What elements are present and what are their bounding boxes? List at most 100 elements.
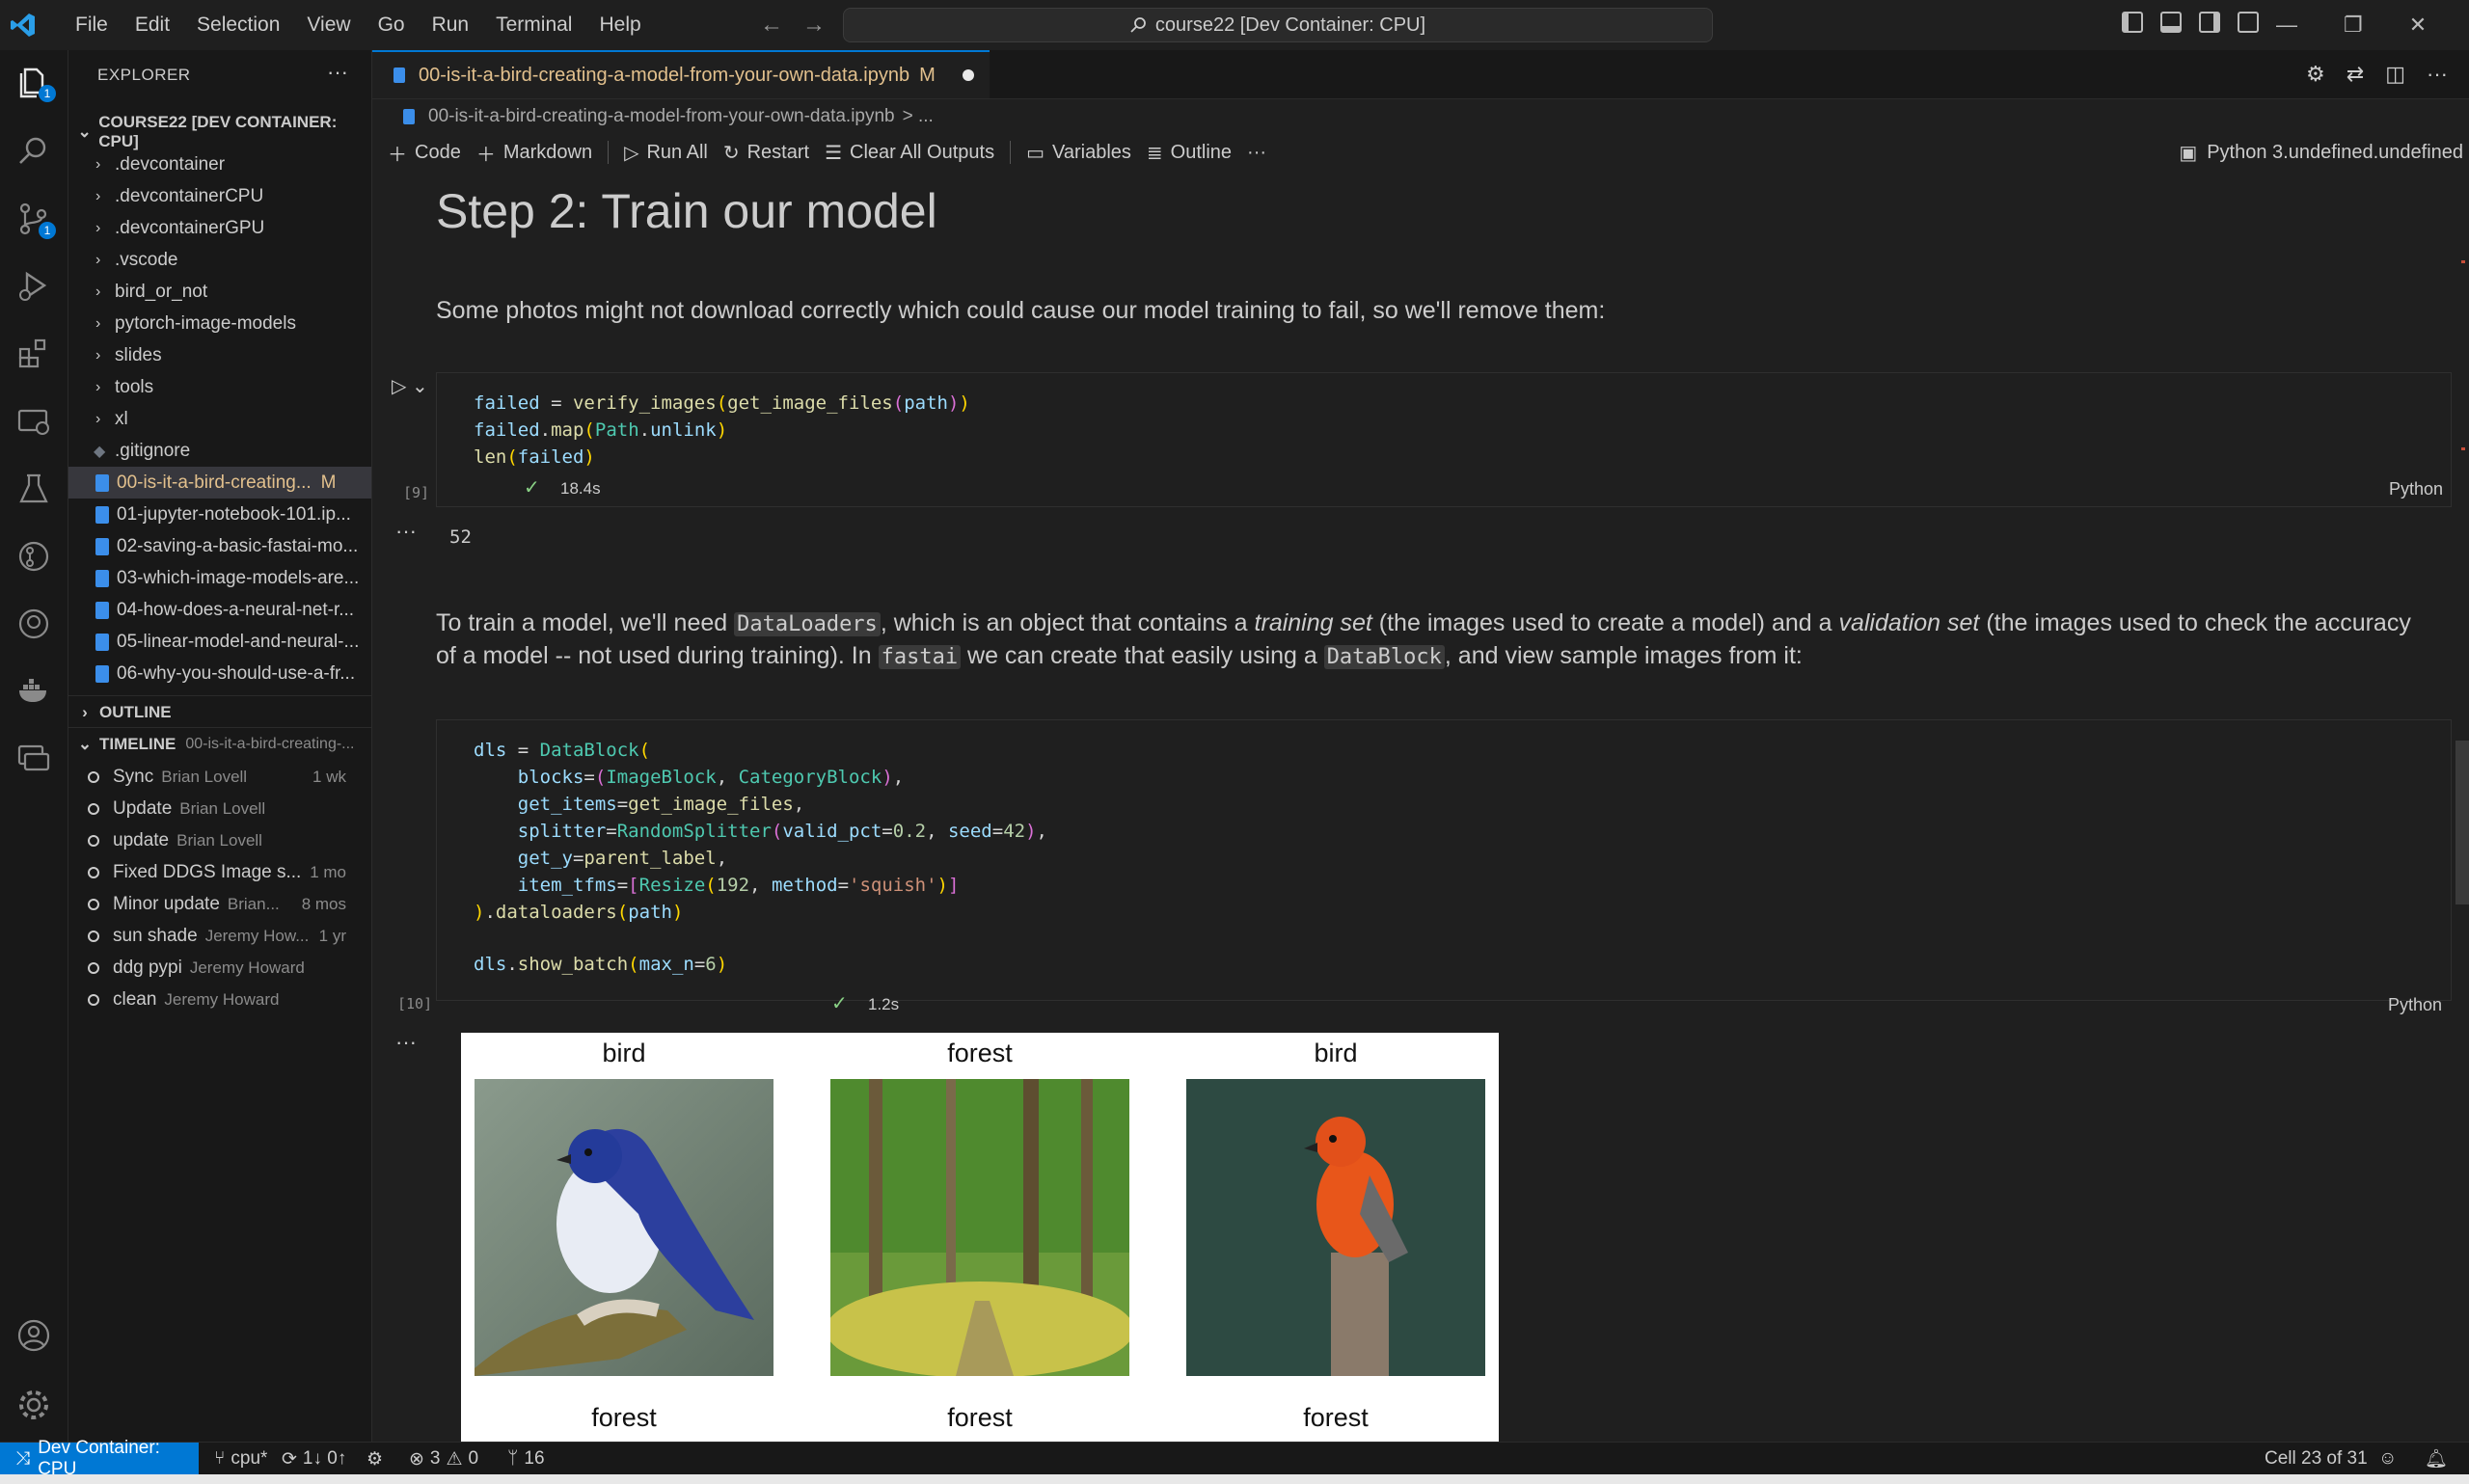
accounts-icon[interactable]: [15, 1317, 52, 1354]
output-more-icon[interactable]: ···: [395, 519, 417, 544]
command-center[interactable]: course22 [Dev Container: CPU]: [843, 8, 1713, 42]
timeline-author: Jeremy Howard: [189, 958, 305, 977]
breadcrumb-more[interactable]: > ...: [903, 106, 934, 127]
folder-pytorch-image-models[interactable]: › pytorch-image-models: [68, 308, 371, 339]
outline-button[interactable]: ≣ Outline: [1147, 141, 1232, 165]
back-arrow-icon[interactable]: ←: [760, 12, 783, 39]
code-cell[interactable]: dls = DataBlock( blocks=(ImageBlock, Cat…: [436, 719, 2452, 1001]
kernel-picker[interactable]: ▣ Python 3.undefined.undefined: [2179, 141, 2463, 165]
folder-bird-or-not[interactable]: › bird_or_not: [68, 276, 371, 308]
output-more-icon[interactable]: ···: [395, 1030, 417, 1055]
minimize-icon[interactable]: —: [2276, 13, 2297, 38]
notebook-settings-icon[interactable]: ⚙: [2306, 62, 2325, 87]
gitlens-icon[interactable]: [15, 606, 52, 642]
search-icon[interactable]: [15, 133, 52, 170]
run-all-button[interactable]: ▷ Run All: [624, 141, 708, 165]
split-editor-icon[interactable]: ◫: [2385, 62, 2405, 87]
menu-edit[interactable]: Edit: [122, 13, 183, 37]
extensions-icon[interactable]: [15, 336, 52, 372]
chat-icon[interactable]: [15, 741, 52, 777]
add-markdown-button[interactable]: ＋ Markdown: [476, 139, 592, 167]
file-01-notebook[interactable]: 01-jupyter-notebook-101.ip...: [68, 499, 371, 530]
cell-indicator[interactable]: Cell 23 of 31: [2265, 1443, 2368, 1475]
folder-devcontainercpu[interactable]: › .devcontainerCPU: [68, 180, 371, 212]
folder-tools[interactable]: › tools: [68, 371, 371, 403]
timeline-section[interactable]: ⌄ TIMELINE 00-is-it-a-bird-creating-...: [68, 727, 371, 760]
file-04-notebook[interactable]: 04-how-does-a-neural-net-r...: [68, 594, 371, 626]
timeline-item[interactable]: update Brian Lovell: [68, 824, 371, 856]
timeline-when: 1 yr: [318, 926, 346, 945]
restore-icon[interactable]: ❐: [2344, 13, 2363, 38]
folder-devcontainer[interactable]: › .devcontainer: [68, 148, 371, 180]
menu-view[interactable]: View: [293, 13, 364, 37]
file-00-notebook[interactable]: 00-is-it-a-bird-creating... M: [68, 467, 371, 499]
file-06-notebook[interactable]: 06-why-you-should-use-a-fr...: [68, 658, 371, 689]
menu-file[interactable]: File: [62, 13, 122, 37]
open-changes-icon[interactable]: ⇄: [2347, 62, 2364, 87]
timeline-item[interactable]: Sync Brian Lovell 1 wk: [68, 761, 371, 793]
file-05-notebook[interactable]: 05-linear-model-and-neural-...: [68, 626, 371, 658]
cell-language[interactable]: Python: [2389, 479, 2443, 499]
ports-indicator[interactable]: ᛘ 16: [507, 1443, 545, 1475]
toggle-secondary-sidebar-icon[interactable]: [2199, 12, 2220, 33]
run-cell-icon[interactable]: ▷ ⌄: [392, 374, 430, 398]
folder-vscode[interactable]: › .vscode: [68, 244, 371, 276]
outline-section[interactable]: › OUTLINE: [68, 695, 371, 728]
run-and-debug-icon[interactable]: [15, 268, 52, 305]
source-control-icon[interactable]: 1: [15, 201, 56, 239]
file-02-notebook[interactable]: 02-saving-a-basic-fastai-mo...: [68, 530, 371, 562]
cell-language[interactable]: Python: [2388, 995, 2442, 1015]
folder-devcontainergpu[interactable]: › .devcontainerGPU: [68, 212, 371, 244]
testing-icon[interactable]: [15, 471, 52, 507]
git-graph-icon[interactable]: [15, 538, 52, 575]
timeline-item[interactable]: ddg pypi Jeremy Howard: [68, 952, 371, 984]
scrollbar-thumb[interactable]: [2455, 741, 2469, 904]
problems-indicator[interactable]: ⊗ 3 ⚠ 0: [409, 1443, 478, 1475]
notebook-file-icon: [95, 537, 109, 555]
remote-indicator[interactable]: ⤨ Dev Container: CPU: [0, 1438, 199, 1479]
batch-label: forest: [1303, 1403, 1369, 1432]
code-cell[interactable]: failed = verify_images(get_image_files(p…: [436, 372, 2452, 507]
toggle-panel-icon[interactable]: [2160, 12, 2182, 33]
workspace-root[interactable]: ⌄ COURSE22 [DEV CONTAINER: CPU]: [68, 113, 371, 150]
restart-button[interactable]: ↻ Restart: [723, 141, 809, 165]
more-actions-icon[interactable]: ···: [2427, 62, 2448, 87]
file-03-notebook[interactable]: 03-which-image-models-are...: [68, 562, 371, 594]
notifications-bell-icon[interactable]: 🔔︎: [2425, 1443, 2448, 1475]
more-actions-icon[interactable]: ···: [327, 60, 348, 85]
settings-gear-icon[interactable]: [15, 1387, 52, 1423]
tab-notebook[interactable]: 00-is-it-a-bird-creating-a-model-from-yo…: [372, 50, 990, 98]
variables-button[interactable]: ▭ Variables: [1026, 141, 1131, 165]
docker-icon[interactable]: [15, 673, 52, 710]
add-code-button[interactable]: ＋ Code: [388, 139, 461, 167]
customize-layout-icon[interactable]: [2238, 12, 2259, 33]
copilot-icon[interactable]: ☺: [2378, 1443, 2397, 1475]
timeline-when: 1 mo: [310, 862, 346, 881]
menu-help[interactable]: Help: [585, 13, 654, 37]
toggle-primary-sidebar-icon[interactable]: [2122, 12, 2143, 33]
clear-outputs-button[interactable]: ☰ Clear All Outputs: [825, 141, 994, 165]
file-gitignore[interactable]: ◆ .gitignore: [68, 435, 371, 467]
forward-arrow-icon[interactable]: →: [802, 12, 826, 39]
menu-terminal[interactable]: Terminal: [482, 13, 585, 37]
folder-slides[interactable]: › slides: [68, 339, 371, 371]
timeline-item[interactable]: Update Brian Lovell: [68, 793, 371, 824]
toolbar-more-button[interactable]: ···: [1247, 142, 1266, 164]
timeline-item[interactable]: Minor update Brian... 8 mos: [68, 888, 371, 920]
branch-indicator[interactable]: ⑂ cpu*: [214, 1443, 267, 1475]
explorer-icon[interactable]: 1: [15, 64, 56, 102]
menu-selection[interactable]: Selection: [183, 13, 293, 37]
close-icon[interactable]: ✕: [2409, 13, 2427, 38]
breadcrumb-file[interactable]: 00-is-it-a-bird-creating-a-model-from-yo…: [428, 106, 895, 127]
menu-run[interactable]: Run: [419, 13, 483, 37]
menu-go[interactable]: Go: [365, 13, 419, 37]
remote-explorer-icon[interactable]: [15, 403, 52, 440]
timeline-item[interactable]: sun shade Jeremy How... 1 yr: [68, 920, 371, 952]
unsaved-dot-icon[interactable]: [962, 69, 974, 81]
timeline-item[interactable]: Fixed DDGS Image s... 1 mo: [68, 856, 371, 888]
folder-xl[interactable]: › xl: [68, 403, 371, 435]
sync-indicator[interactable]: ⟳ 1↓ 0↑: [282, 1443, 346, 1475]
title-bar: File Edit Selection View Go Run Terminal…: [0, 0, 2469, 51]
timeline-item[interactable]: clean Jeremy Howard: [68, 984, 371, 1015]
debug-indicator[interactable]: ⚙: [366, 1443, 383, 1475]
